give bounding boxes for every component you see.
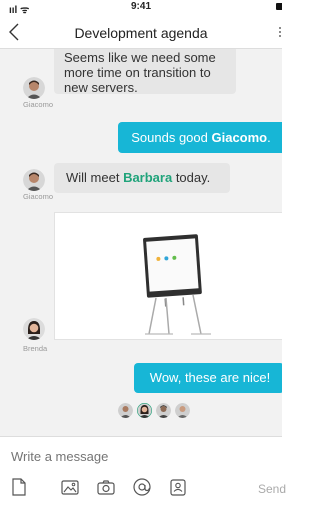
message-text: today. (172, 170, 211, 185)
sender-name: Brenda (23, 344, 48, 353)
avatar-giacomo[interactable] (23, 77, 45, 99)
receipt-avatar (137, 403, 152, 418)
sender-name: Giacomo (23, 192, 54, 201)
mention-text[interactable]: Barbara (123, 170, 172, 185)
mention-text[interactable]: Giacomo (211, 130, 267, 145)
image-icon[interactable] (60, 477, 80, 497)
read-receipts[interactable] (0, 401, 282, 421)
file-icon[interactable] (9, 477, 29, 497)
contact-card-icon[interactable] (168, 477, 188, 497)
avatar-brenda[interactable] (23, 318, 45, 340)
battery-icon (276, 3, 282, 10)
receipt-avatar (175, 403, 190, 418)
camera-icon[interactable] (96, 477, 116, 497)
message-input[interactable] (11, 449, 241, 464)
message-text: . (267, 130, 271, 145)
receipt-avatar (118, 403, 133, 418)
mention-icon[interactable] (132, 477, 152, 497)
send-button[interactable]: Send (258, 482, 286, 496)
image-attachment[interactable] (54, 212, 282, 340)
nav-bar: Development agenda (0, 14, 282, 49)
receipt-avatar (156, 403, 171, 418)
avatar-giacomo[interactable] (23, 169, 45, 191)
message-bubble-incoming[interactable]: Will meet Barbara today. (54, 163, 230, 193)
message-text: Wow, these are nice! (149, 370, 271, 385)
message-list[interactable]: Seems like we need some more time on tra… (0, 49, 282, 436)
more-vertical-icon[interactable] (278, 26, 282, 38)
message-text: Will meet (66, 170, 124, 185)
message-composer: Send (0, 436, 286, 507)
status-bar: ııl ᯤ 9:41 (0, 0, 282, 16)
whiteboard-image (143, 234, 211, 335)
message-bubble-outgoing[interactable]: Sounds good Giacomo. (118, 122, 282, 153)
message-bubble-outgoing[interactable]: Wow, these are nice! (134, 363, 282, 393)
page-title: Development agenda (74, 25, 208, 41)
message-text: Sounds good (131, 130, 212, 145)
message-text: Seems like we need some more time on tra… (64, 50, 216, 95)
status-time: 9:41 (130, 1, 151, 12)
message-bubble-incoming[interactable]: Seems like we need some more time on tra… (54, 49, 236, 95)
sender-name: Giacomo (23, 100, 54, 109)
